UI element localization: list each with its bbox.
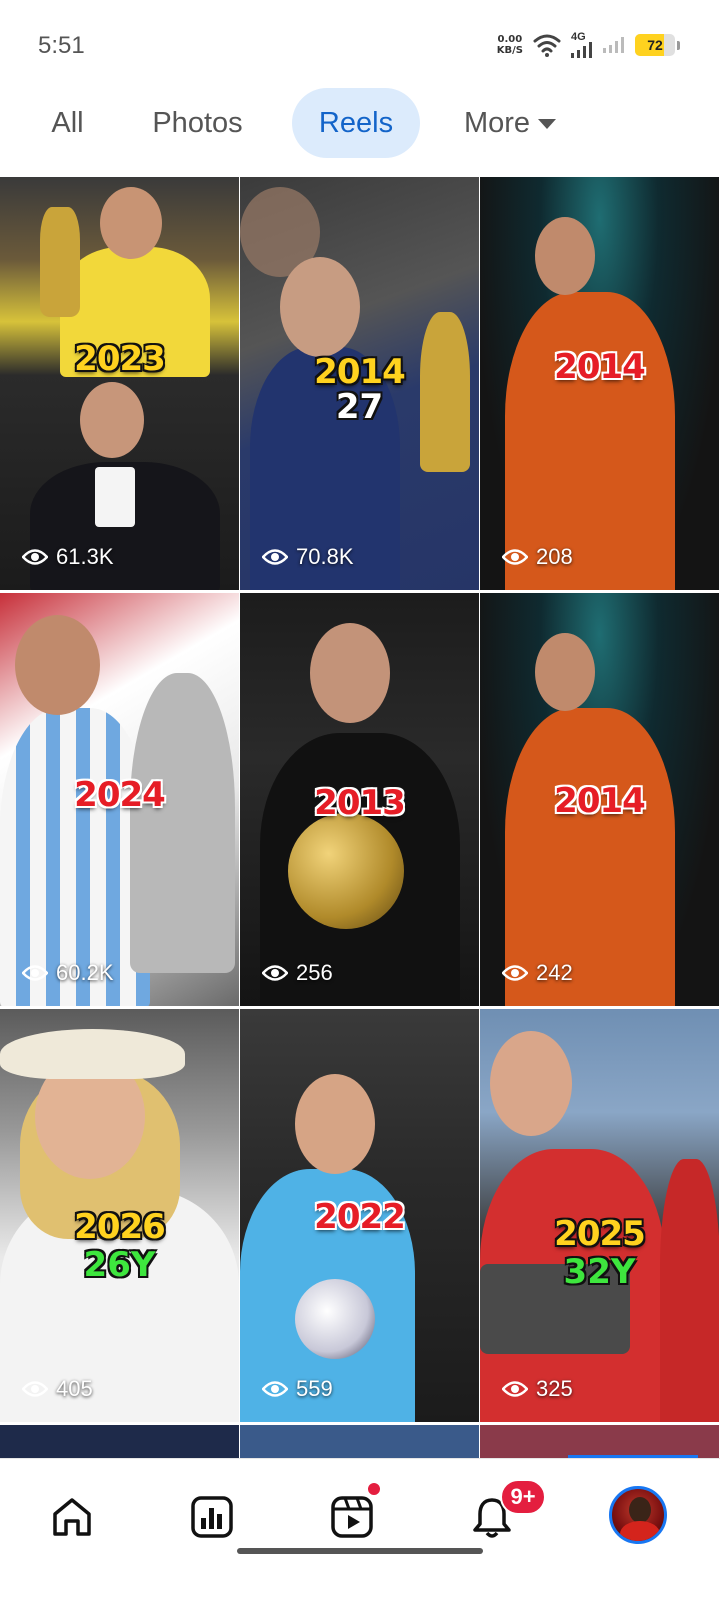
reel-year-label: 2025: [554, 1214, 646, 1254]
reel-views: 208: [502, 544, 573, 570]
reels-page: 5:51 0.00 KB/S 4G 72 All Photos Reels Mo…: [0, 0, 720, 1600]
reel-views: 70.8K: [262, 544, 354, 570]
tab-more-label: More: [463, 106, 531, 139]
signal-bars-secondary-icon: [603, 37, 624, 53]
status-icons: 0.00 KB/S 4G 72: [497, 30, 680, 60]
nav-insights[interactable]: [184, 1489, 240, 1545]
bottom-navigation: 9+: [0, 1455, 720, 1600]
reel-extra-label: 27: [335, 387, 384, 427]
reel-year-label: 2014: [554, 347, 646, 387]
reel-tile[interactable]: 2022 559: [240, 1009, 479, 1422]
reel-year-label: 2023: [74, 339, 166, 379]
eye-icon: [22, 1381, 48, 1397]
reel-year-label: 2014: [554, 781, 646, 821]
signal-bars-icon: [571, 42, 592, 58]
signal-4g: 4G: [571, 32, 593, 58]
eye-icon: [22, 965, 48, 981]
active-tab-indicator: [568, 1455, 698, 1458]
reel-tile[interactable]: 2024 60.2K: [0, 593, 239, 1006]
home-icon: [53, 1498, 91, 1536]
reel-tile-partial[interactable]: [240, 1425, 479, 1458]
reel-tile[interactable]: 2014 208: [480, 177, 719, 590]
net-speed-unit: KB/S: [496, 45, 523, 56]
reel-extra-label: 32Y: [563, 1252, 636, 1292]
tab-more[interactable]: More: [450, 88, 570, 158]
tab-all[interactable]: All: [30, 88, 105, 158]
battery-level: 72: [647, 37, 663, 53]
reel-year-label: 2022: [314, 1197, 406, 1237]
eye-icon: [262, 965, 288, 981]
reel-view-count: 208: [536, 544, 573, 569]
reel-view-count: 256: [296, 960, 333, 985]
reel-views: 242: [502, 960, 573, 986]
battery-icon: 72: [635, 34, 675, 56]
system-home-indicator[interactable]: [237, 1548, 483, 1554]
battery-tip: [677, 40, 680, 50]
reel-extra-label: 26Y: [83, 1245, 156, 1285]
reels-grid: 2023 61.3K 2014 27 70.8K 2014 208 2024 6…: [0, 177, 720, 1458]
insights-icon: [191, 1496, 233, 1538]
reel-view-count: 242: [536, 960, 573, 985]
reel-views: 256: [262, 960, 333, 986]
tab-photos[interactable]: Photos: [130, 88, 265, 158]
status-time: 5:51: [38, 32, 85, 59]
reel-year-label: 2024: [74, 775, 166, 815]
eye-icon: [22, 549, 48, 565]
reel-view-count: 325: [536, 1376, 573, 1401]
reel-tile[interactable]: 2014 27 70.8K: [240, 177, 479, 590]
reel-tile[interactable]: 2014 242: [480, 593, 719, 1006]
reels-notification-dot: [366, 1481, 382, 1497]
wifi-icon: [533, 34, 561, 57]
reel-view-count: 61.3K: [56, 544, 114, 569]
nav-reels[interactable]: [324, 1489, 380, 1545]
reel-year-label: 2026: [74, 1207, 166, 1247]
filter-tabs: All Photos Reels More: [0, 88, 720, 160]
nav-home[interactable]: [44, 1489, 100, 1545]
reel-view-count: 60.2K: [56, 960, 114, 985]
tab-reels[interactable]: Reels: [292, 88, 420, 158]
reel-tile[interactable]: 2026 26Y 405: [0, 1009, 239, 1422]
reel-tile[interactable]: 2013 256: [240, 593, 479, 1006]
notifications-badge: 9+: [500, 1479, 546, 1515]
reel-tile-partial[interactable]: [0, 1425, 239, 1458]
eye-icon: [262, 1381, 288, 1397]
reel-views: 405: [22, 1376, 93, 1402]
eye-icon: [502, 1381, 528, 1397]
reel-tile[interactable]: 2023 61.3K: [0, 177, 239, 590]
eye-icon: [502, 965, 528, 981]
eye-icon: [502, 549, 528, 565]
reels-icon: [331, 1496, 373, 1538]
reel-view-count: 559: [296, 1376, 333, 1401]
reel-views: 325: [502, 1376, 573, 1402]
network-speed: 0.00 KB/S: [497, 34, 523, 56]
reel-view-count: 405: [56, 1376, 93, 1401]
reel-year-label: 2014: [314, 352, 406, 392]
reel-view-count: 70.8K: [296, 544, 354, 569]
reel-views: 60.2K: [22, 960, 114, 986]
caret-down-icon: [538, 119, 557, 129]
reel-tile-partial[interactable]: [480, 1425, 719, 1458]
profile-avatar[interactable]: [609, 1486, 667, 1544]
reel-year-label: 2013: [314, 783, 406, 823]
net-speed-value: 0.00: [497, 34, 523, 45]
reel-views: 559: [262, 1376, 333, 1402]
reel-views: 61.3K: [22, 544, 114, 570]
eye-icon: [262, 549, 288, 565]
reel-tile[interactable]: 2025 32Y 325: [480, 1009, 719, 1422]
status-bar: 5:51 0.00 KB/S 4G 72: [0, 0, 720, 90]
